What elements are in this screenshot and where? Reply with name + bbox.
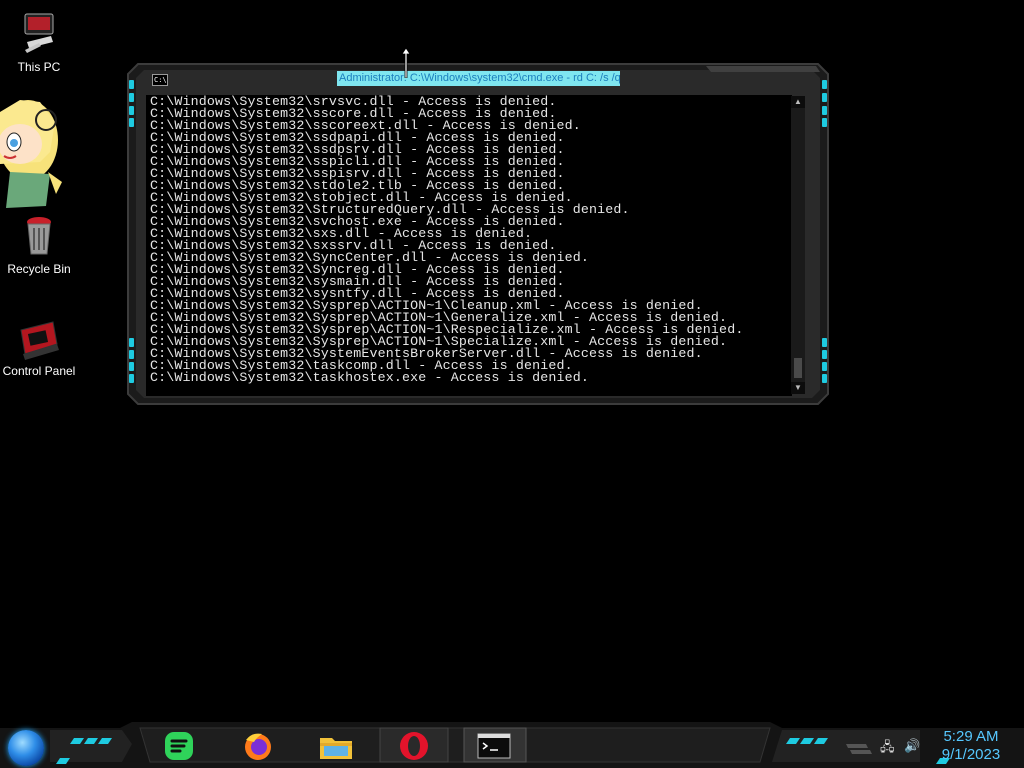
desktop-icon-recycle-bin[interactable]: Recycle Bin — [0, 214, 79, 276]
cmd-window-icon[interactable]: C:\ — [152, 74, 168, 86]
opera-icon[interactable] — [394, 730, 434, 762]
volume-icon[interactable]: 🔊 — [904, 738, 920, 754]
desktop-icon-label: This PC — [17, 60, 61, 74]
mouse-cursor-icon — [401, 48, 411, 78]
control-panel-icon — [20, 321, 59, 360]
recycle-bin-icon — [27, 217, 51, 255]
desktop-icon-this-pc[interactable]: This PC — [0, 12, 79, 74]
window-title: Administrator: C:\Windows\system32\cmd.e… — [337, 71, 620, 86]
clock-time: 5:29 AM — [943, 728, 999, 745]
star-butterfly-wallpaper-art — [0, 100, 62, 208]
network-icon[interactable]: 🖧 — [880, 738, 895, 760]
scroll-down-arrow-icon[interactable]: ▼ — [791, 382, 805, 394]
console-output[interactable]: C:\Windows\System32\srvsvc.dll - Access … — [146, 95, 792, 396]
clock-date: 9/1/2023 — [941, 746, 1001, 763]
desktop-icon-control-panel[interactable]: Control Panel — [0, 320, 79, 378]
system-clock[interactable]: 5:29 AM 9/1/2023 — [930, 728, 1012, 764]
desktop-icon-label: Control Panel — [2, 364, 76, 378]
desktop-icon-label: Recycle Bin — [7, 262, 71, 276]
console-scrollbar[interactable]: ▲ ▼ — [791, 96, 805, 394]
scroll-thumb[interactable] — [794, 358, 802, 378]
spotify-icon[interactable] — [159, 730, 199, 762]
scroll-up-arrow-icon[interactable]: ▲ — [791, 96, 805, 108]
console-line: C:\Windows\System32\taskhostex.exe - Acc… — [150, 370, 589, 385]
command-prompt-icon[interactable] — [474, 730, 514, 762]
this-pc-icon — [24, 13, 54, 53]
firefox-icon[interactable] — [238, 730, 278, 762]
file-explorer-icon[interactable] — [316, 730, 356, 762]
start-button[interactable] — [8, 730, 44, 766]
